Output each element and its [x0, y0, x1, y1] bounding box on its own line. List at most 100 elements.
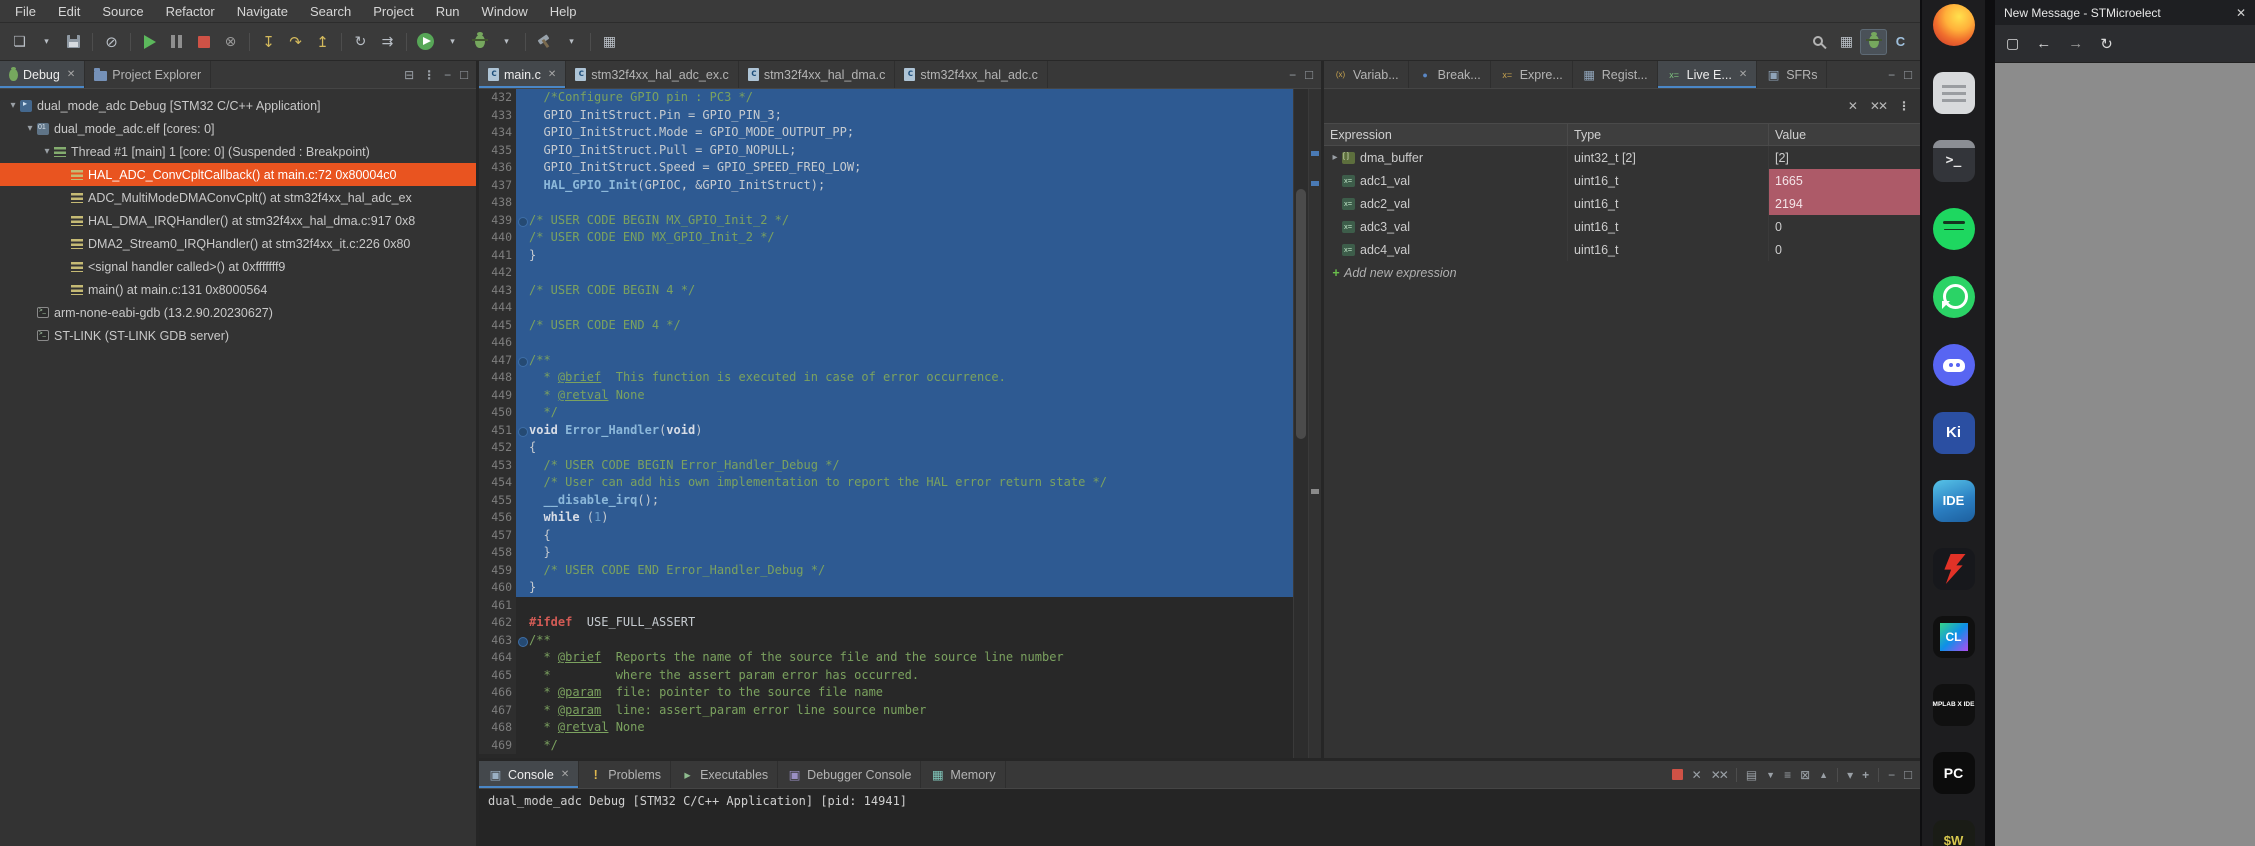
view-tab[interactable]: Project Explorer	[85, 61, 212, 88]
view-menu-icon[interactable]	[423, 68, 435, 82]
separator[interactable]	[130, 32, 131, 51]
menu-item[interactable]: Edit	[47, 0, 91, 22]
fold-marker-icon[interactable]	[516, 159, 529, 177]
code-text[interactable]	[529, 596, 1293, 614]
debug-tree-row[interactable]: HAL_ADC_ConvCpltCallback() at main.c:72 …	[0, 163, 476, 186]
line-number[interactable]: 455	[479, 491, 516, 509]
fold-marker-icon[interactable]	[516, 404, 529, 422]
open-element-icon[interactable]	[596, 29, 623, 55]
view-tab[interactable]: Expre...	[1491, 61, 1573, 88]
fold-marker-icon[interactable]	[516, 649, 529, 667]
code-text[interactable]: * @retval None	[529, 719, 1293, 737]
line-number[interactable]: 468	[479, 719, 516, 737]
view-tab[interactable]: Debugger Console	[778, 761, 922, 788]
fold-marker-icon[interactable]	[516, 351, 529, 369]
scrollbar-thumb[interactable]	[1296, 189, 1306, 439]
expander-icon[interactable]	[40, 146, 54, 157]
menu-item[interactable]: Window	[471, 0, 539, 22]
step-over-icon[interactable]	[282, 29, 309, 55]
fold-marker-icon[interactable]	[516, 474, 529, 492]
console-output[interactable]: dual_mode_adc Debug [STM32 C/C++ Applica…	[479, 789, 1920, 846]
debug-tree-row[interactable]: ADC_MultiModeDMAConvCplt() at stm32f4xx_…	[0, 186, 476, 209]
fold-marker-icon[interactable]	[516, 666, 529, 684]
line-number[interactable]: 458	[479, 544, 516, 562]
code-text[interactable]: GPIO_InitStruct.Speed = GPIO_SPEED_FREQ_…	[529, 159, 1293, 177]
overview-marker[interactable]	[1311, 489, 1319, 494]
code-text[interactable]: GPIO_InitStruct.Pull = GPIO_NOPULL;	[529, 141, 1293, 159]
mplab-x-ide-icon[interactable]: MPLAB X IDE	[1932, 684, 1975, 726]
terminate-icon[interactable]	[190, 29, 217, 55]
fold-marker-icon[interactable]	[516, 246, 529, 264]
line-number[interactable]: 466	[479, 684, 516, 702]
minimize-icon[interactable]	[1888, 68, 1895, 82]
line-number[interactable]: 462	[479, 614, 516, 632]
maximize-icon[interactable]	[1904, 67, 1912, 82]
skip-all-breakpoints-icon[interactable]	[98, 29, 125, 55]
forward-icon[interactable]	[2068, 35, 2083, 52]
debug-tree-row[interactable]: main() at main.c:131 0x8000564	[0, 278, 476, 301]
clear-console-icon[interactable]	[1800, 768, 1810, 782]
line-number[interactable]: 444	[479, 299, 516, 317]
line-number[interactable]: 438	[479, 194, 516, 212]
line-number[interactable]: 469	[479, 736, 516, 754]
menu-item[interactable]: Navigate	[226, 0, 299, 22]
line-number[interactable]: 467	[479, 701, 516, 719]
pc-app-icon[interactable]: PC	[1932, 752, 1975, 794]
code-text[interactable]	[529, 194, 1293, 212]
fold-marker-icon[interactable]	[516, 456, 529, 474]
collapse-all-icon[interactable]	[404, 68, 414, 82]
line-number[interactable]: 457	[479, 526, 516, 544]
debug-tree-row[interactable]: ST-LINK (ST-LINK GDB server)	[0, 324, 476, 347]
sw-app-icon[interactable]: $W	[1932, 820, 1975, 846]
debug-icon[interactable]	[466, 29, 493, 55]
page-icon[interactable]	[2006, 35, 2019, 52]
close-tab-icon[interactable]	[561, 769, 569, 780]
debug-tree-row[interactable]: Thread #1 [main] 1 [core: 0] (Suspended …	[0, 140, 476, 163]
overview-marker[interactable]	[1311, 181, 1319, 186]
restart-icon[interactable]	[347, 29, 374, 55]
editor-scrollbar[interactable]	[1293, 89, 1308, 758]
line-number[interactable]: 433	[479, 106, 516, 124]
line-number[interactable]: 439	[479, 211, 516, 229]
build-icon[interactable]	[531, 29, 558, 55]
line-number[interactable]: 453	[479, 456, 516, 474]
debug-perspective-button[interactable]	[1860, 28, 1887, 55]
minimize-icon[interactable]	[1289, 68, 1296, 82]
code-text[interactable]: /* USER CODE BEGIN 4 */	[529, 281, 1293, 299]
titlebar[interactable]: New Message - STMicroelect	[1995, 0, 2255, 25]
line-number[interactable]: 440	[479, 229, 516, 247]
line-number[interactable]: 437	[479, 176, 516, 194]
code-text[interactable]: #ifdef USE_FULL_ASSERT	[529, 614, 1293, 632]
build-dropdown-icon[interactable]	[558, 29, 585, 55]
line-number[interactable]: 434	[479, 124, 516, 142]
code-text[interactable]: /*Configure GPIO pin : PC3 */	[529, 89, 1293, 107]
view-tab[interactable]: Debug	[0, 61, 86, 88]
run-icon[interactable]	[412, 29, 439, 55]
menu-item[interactable]: Source	[91, 0, 154, 22]
code-text[interactable]: }	[529, 579, 1293, 597]
expander-icon[interactable]	[1328, 152, 1342, 163]
instruction-stepping-icon[interactable]	[374, 29, 401, 55]
code-area[interactable]: 432 /*Configure GPIO pin : PC3 */ 433 GP…	[479, 89, 1293, 758]
line-number[interactable]: 441	[479, 246, 516, 264]
line-number[interactable]: 465	[479, 666, 516, 684]
column-header-expression[interactable]: Expression	[1324, 124, 1568, 145]
maximize-icon[interactable]	[1305, 67, 1313, 82]
menu-item[interactable]: Refactor	[155, 0, 226, 22]
code-text[interactable]: while (1)	[529, 509, 1293, 527]
fold-marker-icon[interactable]	[516, 299, 529, 317]
fold-marker-icon[interactable]	[516, 369, 529, 387]
view-menu-icon[interactable]	[1898, 99, 1910, 113]
line-number[interactable]: 459	[479, 561, 516, 579]
column-header-value[interactable]: Value	[1769, 124, 1920, 145]
line-number[interactable]: 432	[479, 89, 516, 107]
menu-item[interactable]: Run	[425, 0, 471, 22]
expression-row[interactable]: adc3_val uint16_t 0	[1324, 215, 1920, 238]
display-selected-console-icon[interactable]	[1847, 768, 1853, 782]
code-text[interactable]: * @param line: assert_param error line s…	[529, 701, 1293, 719]
line-number[interactable]: 446	[479, 334, 516, 352]
fold-marker-icon[interactable]	[516, 719, 529, 737]
fold-marker-icon[interactable]	[516, 386, 529, 404]
separator[interactable]	[406, 32, 407, 51]
terminal-icon[interactable]: >_	[1932, 140, 1975, 182]
